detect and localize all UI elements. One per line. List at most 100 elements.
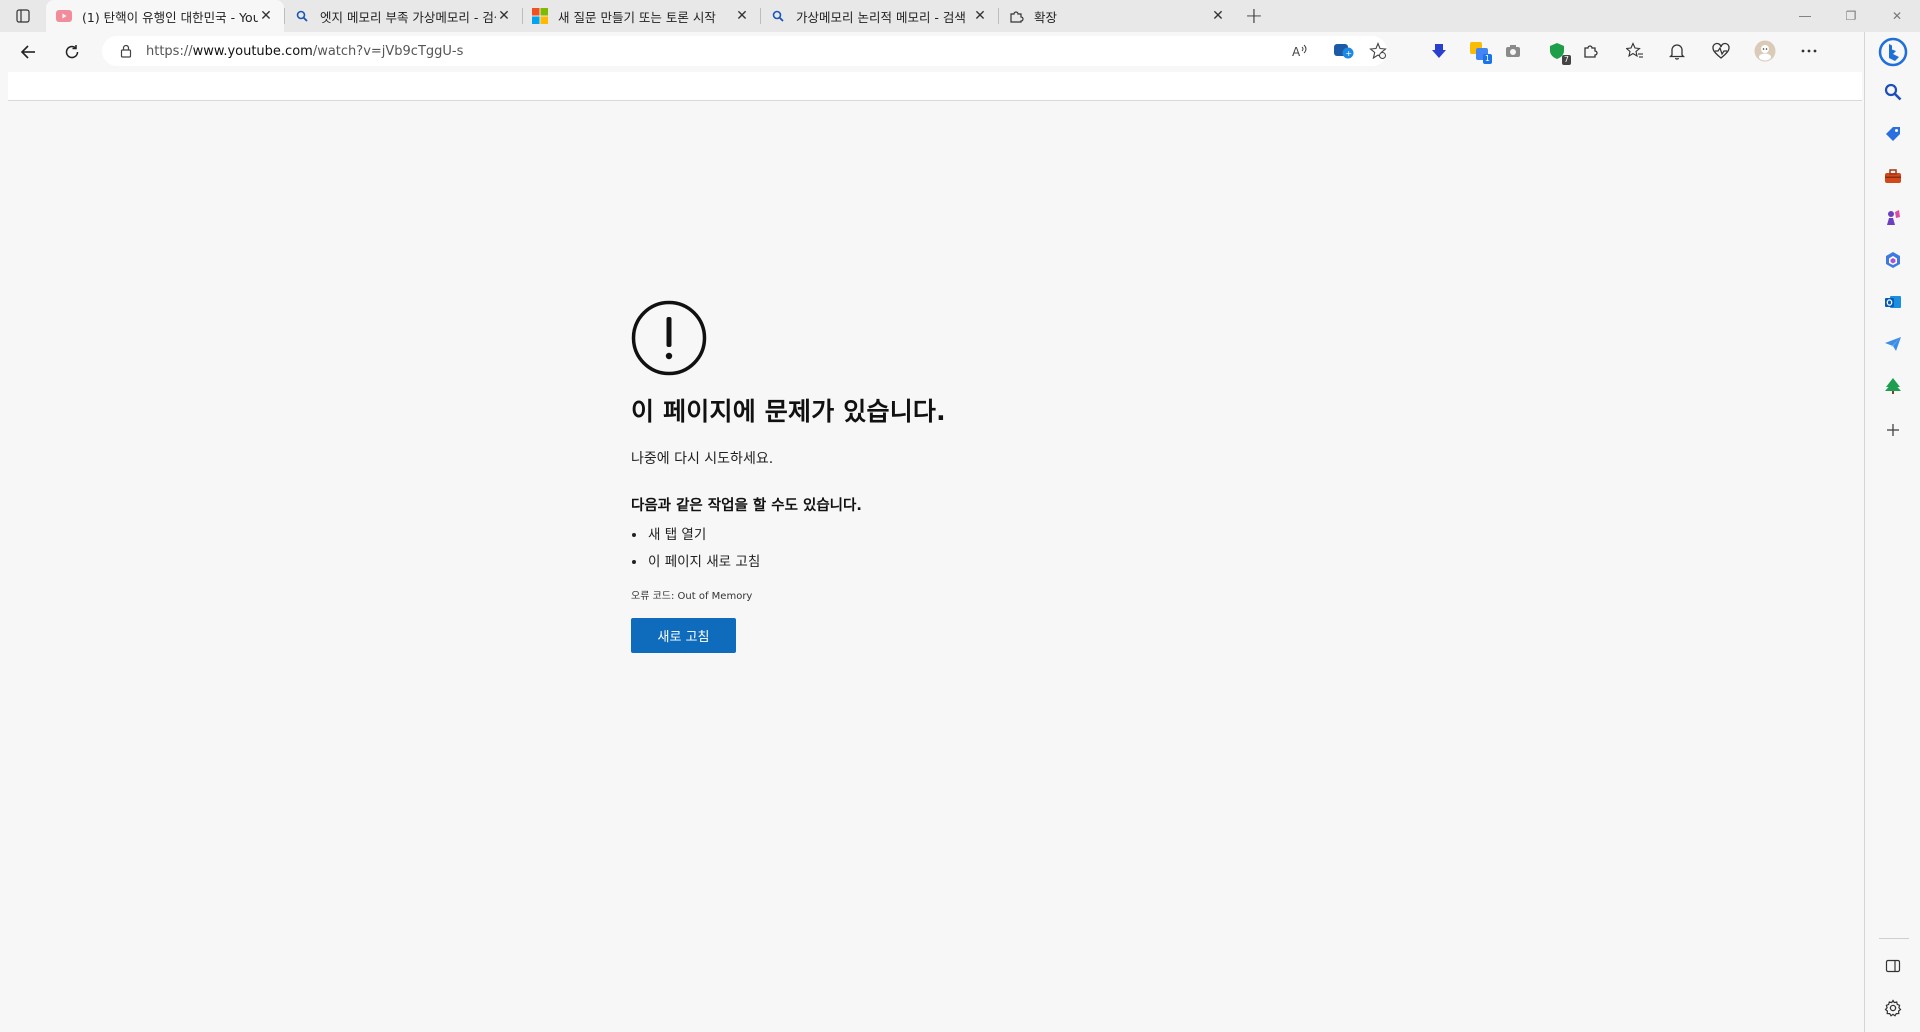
- search-icon: [294, 8, 310, 24]
- bing-chat-button[interactable]: [1875, 34, 1911, 70]
- tab-strip: (1) 탄핵이 유행인 대한민국 - YouTube ✕ 엣지 메모리 부족 가…: [0, 0, 1920, 32]
- youtube-icon: [56, 8, 72, 24]
- tab-close-icon[interactable]: ✕: [496, 8, 512, 24]
- address-bar[interactable]: https://www.youtube.com/watch?v=jVb9cTgg…: [102, 36, 1387, 66]
- list-item: 새 탭 열기: [631, 525, 1331, 552]
- sidebar-settings-button[interactable]: [1875, 990, 1911, 1026]
- sidebar-tools-button[interactable]: [1875, 158, 1911, 194]
- tab-title: 확장: [1034, 9, 1058, 25]
- page-top-bar: [8, 72, 1862, 101]
- restore-button[interactable]: ❐: [1828, 0, 1874, 32]
- translate-extension-button[interactable]: +: [1327, 34, 1361, 68]
- read-aloud-button[interactable]: A: [1283, 34, 1317, 68]
- tab-title: 새 질문 만들기 또는 토론 시작: [558, 9, 716, 25]
- shopping-tag-icon: [1886, 127, 1900, 141]
- tab-title: 엣지 메모리 부족 가상메모리 - 검색: [320, 9, 496, 25]
- tree-icon: [1885, 378, 1901, 394]
- tab-close-icon[interactable]: ✕: [258, 8, 274, 24]
- translate-icon: +: [1334, 44, 1354, 59]
- toolbox-icon: [1885, 169, 1901, 183]
- avatar: [1754, 40, 1776, 62]
- add-favorite-button[interactable]: [1361, 34, 1395, 68]
- shield-extension-button[interactable]: 7: [1540, 34, 1574, 68]
- refresh-button[interactable]: [50, 32, 94, 72]
- tab-extensions[interactable]: 확장 ✕: [998, 0, 1236, 32]
- chess-icon: [1887, 210, 1900, 225]
- sidebar-games-button[interactable]: [1875, 200, 1911, 236]
- tab-search-memory[interactable]: 엣지 메모리 부족 가상메모리 - 검색 ✕: [284, 0, 522, 32]
- error-title: 이 페이지에 문제가 있습니다.: [631, 397, 946, 426]
- paper-plane-icon: [1885, 337, 1901, 351]
- sidebar-send-button[interactable]: [1875, 326, 1911, 362]
- tab-new-question[interactable]: 새 질문 만들기 또는 토론 시작 ✕: [522, 0, 760, 32]
- camera-icon: [1506, 45, 1520, 57]
- error-page: 이 페이지에 문제가 있습니다. 나중에 다시 시도하세요. 다음과 같은 작업…: [631, 300, 1331, 653]
- microsoft-logo-icon: [532, 8, 548, 24]
- shield-badge: 7: [1561, 55, 1571, 65]
- error-subtitle: 나중에 다시 시도하세요.: [631, 451, 774, 467]
- tab-search-virtual-memory[interactable]: 가상메모리 논리적 메모리 - 검색 ✕: [760, 0, 998, 32]
- error-code-value: Out of Memory: [677, 591, 753, 602]
- address-bar-actions: A +: [1283, 34, 1395, 68]
- bing-icon: [1878, 37, 1908, 67]
- hide-sidebar-button[interactable]: [1875, 948, 1911, 984]
- sidebar-panel-icon: [1885, 959, 1901, 973]
- google-translate-button[interactable]: 1: [1462, 34, 1496, 68]
- download-arrow-icon: [1432, 44, 1446, 58]
- tab-close-icon[interactable]: ✕: [1210, 8, 1226, 24]
- edge-sidebar: [1864, 32, 1920, 1032]
- profile-button[interactable]: [1748, 34, 1782, 68]
- svg-text:+: +: [1345, 49, 1352, 58]
- lock-icon[interactable]: [118, 43, 134, 59]
- tab-actions-icon: [16, 9, 30, 23]
- sidebar-m365-button[interactable]: [1875, 242, 1911, 278]
- svg-text:A: A: [1292, 45, 1301, 59]
- more-dots-icon: [1801, 49, 1817, 53]
- download-extension-button[interactable]: [1422, 34, 1456, 68]
- tab-close-icon[interactable]: ✕: [972, 8, 988, 24]
- favorites-button[interactable]: [1618, 34, 1652, 68]
- error-code-label: 오류 코드:: [631, 591, 675, 602]
- refresh-page-button[interactable]: 새로 고침: [631, 618, 736, 653]
- star-add-icon: [1369, 42, 1387, 60]
- heartbeat-icon: [1712, 42, 1730, 59]
- error-code: 오류 코드: Out of Memory: [631, 587, 1331, 602]
- read-aloud-icon: A: [1292, 44, 1307, 59]
- search-icon: [1884, 83, 1902, 101]
- url-text: https://www.youtube.com/watch?v=jVb9cTgg…: [146, 43, 464, 59]
- screenshot-extension-button[interactable]: [1496, 34, 1530, 68]
- sidebar-tree-button[interactable]: [1875, 368, 1911, 404]
- tab-title: (1) 탄핵이 유행인 대한민국 - YouTube: [82, 9, 258, 25]
- close-window-button[interactable]: ✕: [1874, 0, 1920, 32]
- extensions-icon: [1008, 8, 1024, 24]
- favorites-list-icon: [1626, 42, 1643, 58]
- gear-icon: [1884, 999, 1902, 1017]
- tab-youtube[interactable]: (1) 탄핵이 유행인 대한민국 - YouTube ✕: [46, 0, 284, 32]
- tab-close-icon[interactable]: ✕: [734, 8, 750, 24]
- list-item: 이 페이지 새로 고침: [631, 552, 1331, 579]
- back-button[interactable]: [6, 32, 50, 72]
- tab-title: 가상메모리 논리적 메모리 - 검색: [796, 9, 966, 25]
- search-icon: [770, 8, 786, 24]
- performance-button[interactable]: [1704, 34, 1738, 68]
- microsoft365-icon: [1886, 252, 1900, 268]
- bell-icon: [1669, 44, 1685, 60]
- notifications-button[interactable]: [1660, 34, 1694, 68]
- plus-icon: [1887, 424, 1899, 436]
- sidebar-search-button[interactable]: [1875, 74, 1911, 110]
- extension-icons: 1 7: [1422, 34, 1826, 68]
- new-tab-button[interactable]: +: [1236, 0, 1272, 32]
- minimize-button[interactable]: ―: [1782, 0, 1828, 32]
- extensions-button[interactable]: [1574, 34, 1608, 68]
- settings-more-button[interactable]: [1792, 34, 1826, 68]
- sidebar-outlook-button[interactable]: [1875, 284, 1911, 320]
- tab-actions-button[interactable]: [0, 0, 46, 32]
- sidebar-shopping-button[interactable]: [1875, 116, 1911, 152]
- puzzle-icon: [1584, 45, 1598, 58]
- back-arrow-icon: [20, 45, 35, 59]
- sidebar-add-button[interactable]: [1875, 412, 1911, 448]
- error-actions-list: 새 탭 열기 이 페이지 새로 고침: [631, 525, 1331, 579]
- sidebar-divider: [1879, 938, 1909, 939]
- translate-badge: 1: [1482, 54, 1492, 64]
- error-actions-heading: 다음과 같은 작업을 할 수도 있습니다.: [631, 498, 862, 514]
